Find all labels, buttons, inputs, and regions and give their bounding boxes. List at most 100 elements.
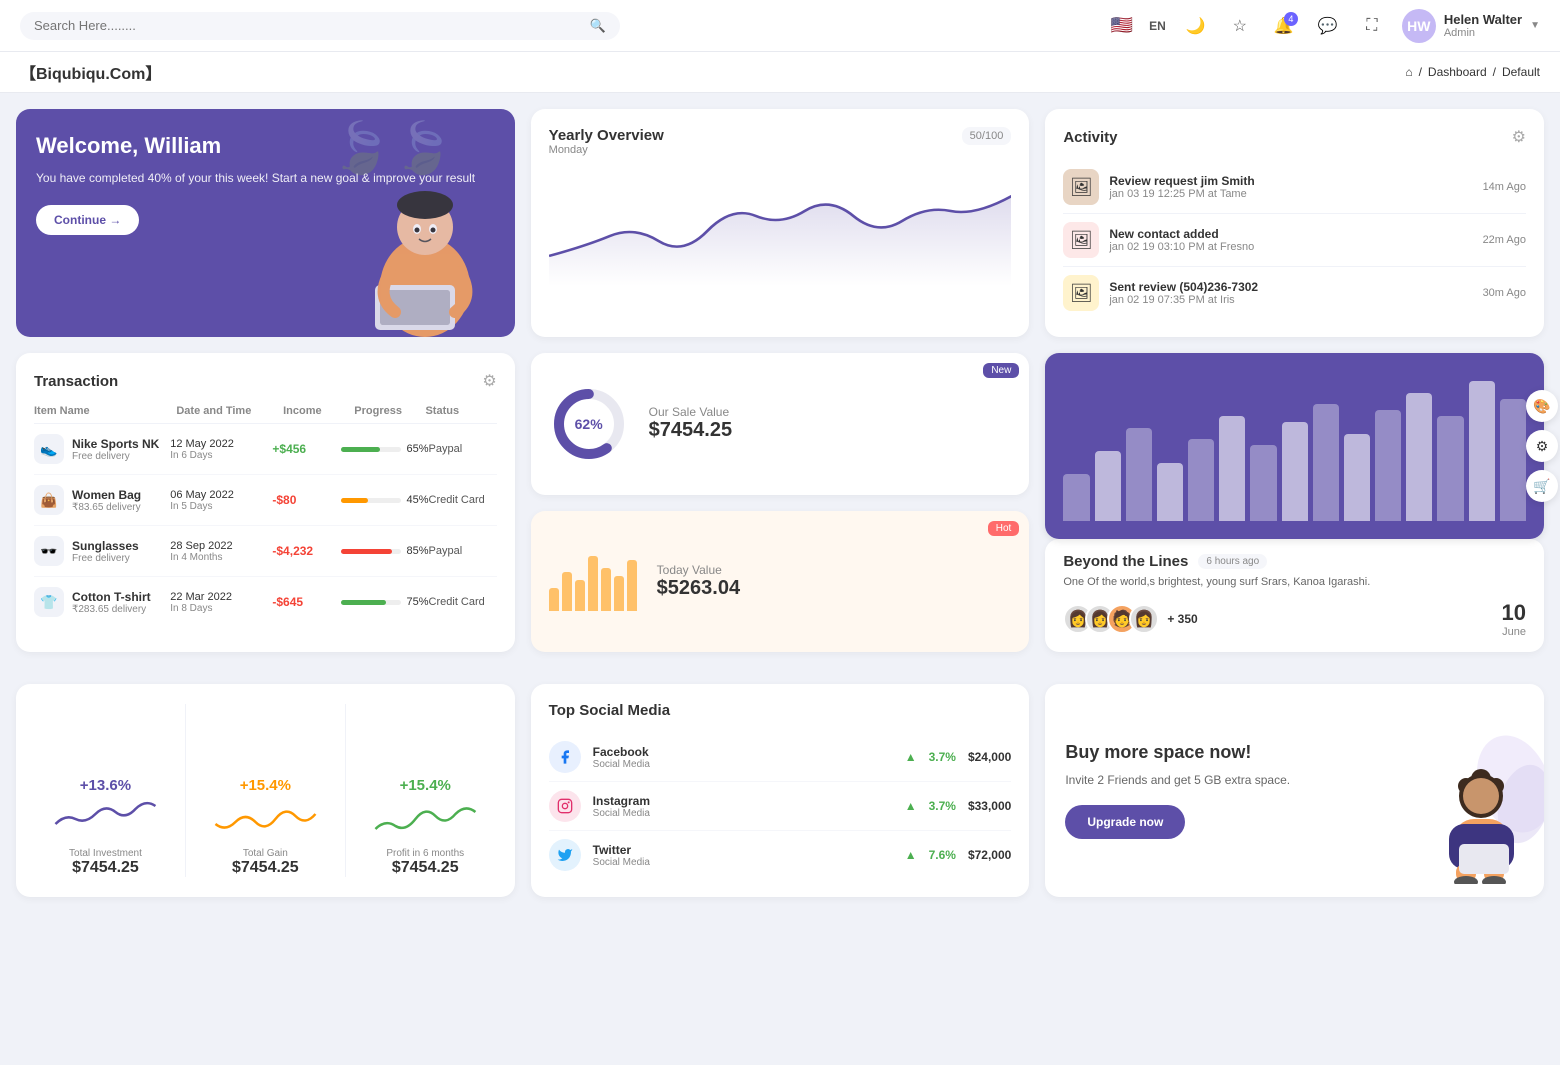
palette-icon[interactable]: 🎨 [1526,390,1558,422]
avatar-4: 👩 [1129,604,1159,634]
continue-button[interactable]: Continue → [36,205,139,235]
social-row-fb: Facebook Social Media ▲ 3.7% $24,000 [549,733,1012,782]
donut-label: 62% [575,416,603,432]
divider-1 [185,704,186,877]
mini-stat-1: +15.4% Total Gain $7454.25 [196,777,335,877]
table-header: Item Name Date and Time Income Progress … [34,395,497,424]
avatar-stack: 👩 👩 🧑 👩 [1063,604,1159,634]
bc-default[interactable]: Default [1502,65,1540,79]
activity-info-0: Review request jim Smith jan 03 19 12:25… [1109,174,1472,200]
social-type-fb: Social Media [593,759,893,770]
mini-stat-value-2: $7454.25 [392,859,459,877]
ig-pct: 3.7% [929,799,956,813]
tw-val: $72,000 [968,848,1011,862]
user-info[interactable]: HW Helen Walter Admin ▼ [1402,9,1540,43]
bell-icon[interactable]: 🔔 4 [1270,12,1298,40]
search-input[interactable] [34,18,582,33]
social-row-ig: Instagram Social Media ▲ 3.7% $33,000 [549,782,1012,831]
float-settings-icon[interactable]: ⚙ [1526,430,1558,462]
sale-value-card: New 62% Our Sale Value $7454.25 [531,353,1030,495]
yearly-progress: 50/100 [962,127,1012,145]
activity-title-2: Sent review (504)236-7302 [1109,280,1472,294]
activity-header: Activity ⚙ [1063,127,1526,147]
main-bar-2 [1126,428,1152,521]
tw-pct: 7.6% [929,848,956,862]
mini-stat-label-0: Total Investment [69,848,142,859]
beyond-plus-count: + 350 [1167,612,1197,626]
social-card: Top Social Media Facebook Social Media ▲… [531,684,1030,897]
today-bar [562,572,572,611]
table-row-2: 🕶️ Sunglasses Free delivery 28 Sep 2022I… [34,526,497,577]
social-name-ig: Instagram [593,794,893,808]
yearly-subtitle: Monday [549,144,664,156]
beyond-footer: 👩 👩 🧑 👩 + 350 10 June [1063,600,1526,638]
activity-time-0: jan 03 19 12:25 PM at Tame [1109,188,1472,200]
mini-stat-2: +15.4% Profit in 6 months $7454.25 [356,777,495,877]
social-type-tw: Social Media [593,857,893,868]
activity-settings-icon[interactable]: ⚙ [1512,127,1526,147]
divider-2 [345,704,346,877]
avatar-area: 👩 👩 🧑 👩 + 350 [1063,604,1197,634]
twitter-icon [549,839,581,871]
user-role: Admin [1444,27,1522,39]
activity-title: Activity [1063,129,1117,146]
mini-stat-pct-2: +15.4% [400,777,451,794]
tw-up-arrow: ▲ [905,848,917,862]
table-row-0: 👟 Nike Sports NK Free delivery 12 May 20… [34,424,497,475]
beyond-title: Beyond the Lines [1063,553,1188,570]
user-name: Helen Walter [1444,12,1522,27]
fb-pct: 3.7% [929,750,956,764]
bar-chart-main [1063,371,1526,521]
social-name-fb: Facebook [593,745,893,759]
beyond-time-badge: 6 hours ago [1198,554,1267,569]
today-bar-chart [549,551,637,611]
mini-stat-label-2: Profit in 6 months [386,848,464,859]
fb-val: $24,000 [968,750,1011,764]
transaction-settings-icon[interactable]: ⚙ [482,371,496,391]
mini-stats-card: +13.6% Total Investment $7454.25 +15.4% … [16,684,515,897]
cart-icon[interactable]: 🛒 [1526,470,1558,502]
expand-icon[interactable]: ⛶ [1358,12,1386,40]
main-bar-12 [1437,416,1463,521]
hot-badge: Hot [988,521,1020,536]
nav-right: 🇺🇸 EN 🌙 ☆ 🔔 4 💬 ⛶ HW Helen Walter Admin … [1111,9,1540,43]
sale-info: Our Sale Value $7454.25 [649,405,732,442]
chat-icon[interactable]: 💬 [1314,12,1342,40]
instagram-icon [549,790,581,822]
transaction-card: Transaction ⚙ Item Name Date and Time In… [16,353,515,652]
theme-toggle[interactable]: 🌙 [1182,12,1210,40]
activity-thumb-2: 🖼 [1063,275,1099,311]
main-bar-9 [1344,434,1370,522]
bar-chart-card: 🎨 ⚙ 🛒 [1045,353,1544,539]
mini-stat-label-1: Total Gain [243,848,288,859]
sale-value: $7454.25 [649,419,732,442]
table-row-3: 👕 Cotton T-shirt ₹283.65 delivery 22 Mar… [34,577,497,627]
activity-ago-0: 14m Ago [1483,181,1526,193]
yearly-chart [549,166,1012,286]
social-title: Top Social Media [549,702,1012,719]
star-icon[interactable]: ☆ [1226,12,1254,40]
ig-up-arrow: ▲ [905,799,917,813]
avatar: HW [1402,9,1436,43]
col-item: Item Name [34,405,176,417]
social-type-ig: Social Media [593,808,893,819]
today-value-card: Hot Today Value $5263.04 [531,511,1030,653]
transaction-rows: 👟 Nike Sports NK Free delivery 12 May 20… [34,424,497,627]
col-progress: Progress [354,405,425,417]
breadcrumb: ⌂ / Dashboard / Default [1405,65,1540,79]
flag-icon: 🇺🇸 [1111,15,1133,36]
transaction-title: Transaction [34,373,118,390]
donut-chart: 62% [549,384,629,464]
today-info: Today Value $5263.04 [657,563,740,600]
search-bar[interactable]: 🔍 [20,12,620,40]
upgrade-button[interactable]: Upgrade now [1065,805,1185,839]
today-bar [549,588,559,612]
home-icon[interactable]: ⌂ [1405,65,1412,79]
breadcrumb-bar: 【Biqubiqu.Com】 ⌂ / Dashboard / Default [0,52,1560,93]
welcome-card: 🍃🍃 Welcome, William You have completed 4… [16,109,515,337]
activity-ago-1: 22m Ago [1483,234,1526,246]
bottom-row: +13.6% Total Investment $7454.25 +15.4% … [0,684,1560,913]
bc-dashboard[interactable]: Dashboard [1428,65,1487,79]
social-info-fb: Facebook Social Media [593,745,893,770]
col-date: Date and Time [176,405,283,417]
